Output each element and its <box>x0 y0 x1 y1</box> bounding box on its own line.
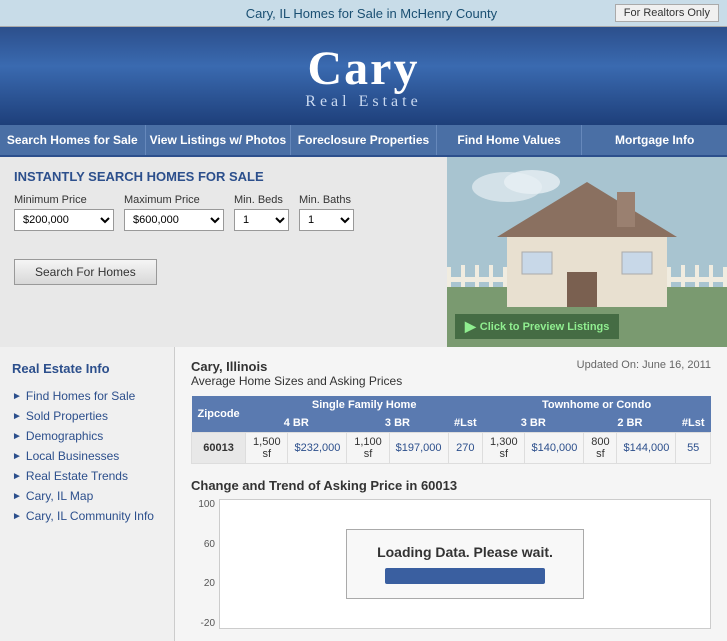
updated-text: Updated On: June 16, 2011 <box>577 359 711 371</box>
sidebar-item-cary-map[interactable]: ► Cary, IL Map <box>12 486 162 506</box>
top-bar-title: Cary, IL Homes for Sale in McHenry Count… <box>128 6 615 21</box>
cell-tc-2br-price[interactable]: $144,000 <box>617 433 676 464</box>
header-title: Cary <box>0 45 727 93</box>
cell-zipcode: 60013 <box>192 433 246 464</box>
chevron-right-icon: ► <box>12 451 22 462</box>
chevron-right-icon: ► <box>12 411 22 422</box>
min-beds-select[interactable]: 1 2 3 4 5 <box>234 209 289 231</box>
data-city: Cary, Illinois <box>191 359 402 374</box>
sidebar-item-sold-properties[interactable]: ► Sold Properties <box>12 406 162 426</box>
tc-lst-header: #Lst <box>676 414 711 433</box>
table-row: 60013 1,500 sf $232,000 1,100 sf $197,00… <box>192 433 711 464</box>
home-data-table: Zipcode Single Family Home Townhome or C… <box>191 396 711 464</box>
sfh-4br-header: 4 BR <box>246 414 347 433</box>
min-beds-group: Min. Beds 1 2 3 4 5 <box>234 194 289 231</box>
max-price-label: Maximum Price <box>124 194 224 206</box>
data-area: Cary, Illinois Average Home Sizes and As… <box>175 347 727 641</box>
col-zipcode: Zipcode <box>192 396 246 433</box>
sidebar-item-find-homes[interactable]: ► Find Homes for Sale <box>12 386 162 406</box>
max-price-group: Maximum Price $600,000 $400,000 $500,000… <box>124 194 224 231</box>
search-homes-button[interactable]: Search For Homes <box>14 259 157 285</box>
y-label-neg20: -20 <box>201 618 215 629</box>
cell-sfh-4br-size: 1,500 sf <box>246 433 288 464</box>
sfh-lst-header: #Lst <box>448 414 483 433</box>
data-header: Cary, Illinois Average Home Sizes and As… <box>191 359 711 388</box>
sidebar-item-local-businesses[interactable]: ► Local Businesses <box>12 446 162 466</box>
loading-bar <box>385 568 545 584</box>
nav-mortgage[interactable]: Mortgage Info <box>582 125 727 155</box>
tc-2br-header: 2 BR <box>584 414 676 433</box>
nav-foreclosure[interactable]: Foreclosure Properties <box>291 125 437 155</box>
house-image-area: ▶ Click to Preview Listings <box>447 157 727 347</box>
cell-tc-lst[interactable]: 55 <box>676 433 711 464</box>
chart-area: 100 60 20 -20 Loading Data. Please wait. <box>191 499 711 629</box>
cell-sfh-4br-price[interactable]: $232,000 <box>288 433 347 464</box>
chevron-right-icon: ► <box>12 511 22 522</box>
header-subtitle: Real Estate <box>0 93 727 111</box>
content-area: Real Estate Info ► Find Homes for Sale ►… <box>0 347 727 641</box>
search-section: INSTANTLY SEARCH HOMES FOR SALE Minimum … <box>0 157 727 347</box>
chevron-right-icon: ► <box>12 471 22 482</box>
min-baths-select[interactable]: 1 2 3 4 <box>299 209 354 231</box>
sidebar-item-community-info[interactable]: ► Cary, IL Community Info <box>12 506 162 526</box>
min-baths-label: Min. Baths <box>299 194 354 206</box>
chart-title: Change and Trend of Asking Price in 6001… <box>191 478 711 493</box>
loading-box: Loading Data. Please wait. <box>346 529 584 599</box>
tc-3br-header: 3 BR <box>483 414 584 433</box>
data-subtitle: Average Home Sizes and Asking Prices <box>191 374 402 388</box>
sidebar-title: Real Estate Info <box>12 361 162 376</box>
nav-view-listings[interactable]: View Listings w/ Photos <box>146 125 292 155</box>
chart-body: Loading Data. Please wait. <box>219 499 711 629</box>
min-baths-group: Min. Baths 1 2 3 4 <box>299 194 354 231</box>
y-label-60: 60 <box>204 539 215 550</box>
min-price-group: Minimum Price $200,000 $100,000 $150,000… <box>14 194 114 231</box>
cell-sfh-3br-price[interactable]: $197,000 <box>389 433 448 464</box>
click-preview-label: Click to Preview Listings <box>480 321 610 333</box>
sidebar-item-real-estate-trends[interactable]: ► Real Estate Trends <box>12 466 162 486</box>
max-price-select[interactable]: $600,000 $400,000 $500,000 $700,000 $800… <box>124 209 224 231</box>
sfh-3br-header: 3 BR <box>347 414 448 433</box>
y-label-20: 20 <box>204 578 215 589</box>
cell-tc-2br-size: 800 sf <box>584 433 617 464</box>
min-beds-label: Min. Beds <box>234 194 289 206</box>
y-axis: 100 60 20 -20 <box>191 499 219 629</box>
top-bar: Cary, IL Homes for Sale in McHenry Count… <box>0 0 727 27</box>
sidebar-item-demographics[interactable]: ► Demographics <box>12 426 162 446</box>
search-form-area: INSTANTLY SEARCH HOMES FOR SALE Minimum … <box>0 157 447 347</box>
search-title: INSTANTLY SEARCH HOMES FOR SALE <box>14 169 433 184</box>
y-label-100: 100 <box>198 499 215 510</box>
cell-sfh-3br-size: 1,100 sf <box>347 433 389 464</box>
nav-search-homes[interactable]: Search Homes for Sale <box>0 125 146 155</box>
sidebar: Real Estate Info ► Find Homes for Sale ►… <box>0 347 175 641</box>
cell-tc-3br-size: 1,300 sf <box>483 433 525 464</box>
nav-home-values[interactable]: Find Home Values <box>437 125 583 155</box>
chevron-right-icon: ► <box>12 431 22 442</box>
data-title-group: Cary, Illinois Average Home Sizes and As… <box>191 359 402 388</box>
cell-sfh-lst[interactable]: 270 <box>448 433 483 464</box>
search-form: Minimum Price $200,000 $100,000 $150,000… <box>14 194 433 231</box>
chevron-right-icon: ► <box>12 391 22 402</box>
cell-tc-3br-price[interactable]: $140,000 <box>525 433 584 464</box>
col-group-tc: Townhome or Condo <box>483 396 711 414</box>
col-group-sfh: Single Family Home <box>246 396 483 414</box>
loading-text: Loading Data. Please wait. <box>377 544 553 560</box>
min-price-label: Minimum Price <box>14 194 114 206</box>
main-nav: Search Homes for Sale View Listings w/ P… <box>0 125 727 157</box>
header: Cary Real Estate <box>0 27 727 125</box>
for-realtors-button[interactable]: For Realtors Only <box>615 4 719 22</box>
arrow-right-icon: ▶ <box>465 318 476 335</box>
chevron-right-icon: ► <box>12 491 22 502</box>
min-price-select[interactable]: $200,000 $100,000 $150,000 $250,000 $300… <box>14 209 114 231</box>
click-preview-button[interactable]: ▶ Click to Preview Listings <box>455 314 619 339</box>
